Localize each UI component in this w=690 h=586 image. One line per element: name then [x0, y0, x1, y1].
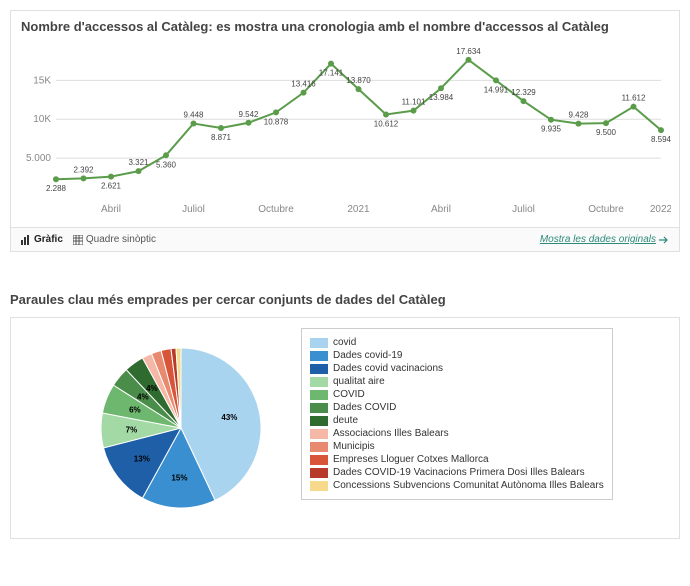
- svg-text:13%: 13%: [134, 454, 150, 463]
- access-chart-footer: Gràfic Quadre sinòptic Mostra les dades …: [11, 227, 679, 251]
- arrow-right-icon: [659, 235, 669, 245]
- svg-text:10K: 10K: [33, 114, 51, 125]
- legend-swatch: [310, 364, 328, 374]
- chart-view-tabs: Gràfic Quadre sinòptic: [21, 234, 156, 245]
- svg-text:3.321: 3.321: [128, 158, 149, 167]
- svg-text:11.612: 11.612: [622, 94, 646, 103]
- svg-text:2021: 2021: [347, 204, 370, 215]
- svg-text:13.416: 13.416: [291, 80, 316, 89]
- legend-item: qualitat aire: [310, 376, 604, 387]
- legend-swatch: [310, 455, 328, 465]
- svg-text:4%: 4%: [146, 384, 158, 393]
- svg-text:9.542: 9.542: [238, 110, 259, 119]
- legend-label: Concessions Subvencions Comunitat Autòno…: [333, 480, 604, 491]
- show-original-data-label: Mostra les dades originals: [540, 234, 656, 245]
- tab-table-label: Quadre sinòptic: [86, 234, 156, 245]
- bar-chart-icon: [21, 235, 31, 245]
- legend-item: COVID: [310, 389, 604, 400]
- keywords-legend: covid Dades covid-19 Dades covid vacinacio…: [301, 328, 613, 500]
- svg-text:Octubre: Octubre: [258, 204, 294, 215]
- svg-text:9.448: 9.448: [183, 111, 204, 120]
- legend-item: deute: [310, 415, 604, 426]
- legend-label: Dades covid vacinacions: [333, 363, 443, 374]
- access-chart-body: 5.000 10K 15K Abril Juliol Octubre 2021 Abril Ju…: [11, 42, 679, 227]
- legend-swatch: [310, 416, 328, 426]
- access-chart-panel: Nombre d'accessos al Catàleg: es mostra …: [10, 10, 680, 252]
- legend-label: Municipis: [333, 441, 375, 452]
- svg-text:5.000: 5.000: [26, 153, 51, 164]
- svg-text:13.870: 13.870: [346, 76, 371, 85]
- legend-swatch: [310, 377, 328, 387]
- svg-text:43%: 43%: [221, 413, 237, 422]
- svg-text:2.621: 2.621: [101, 182, 122, 191]
- svg-text:Abril: Abril: [101, 204, 121, 215]
- svg-text:15%: 15%: [171, 474, 187, 483]
- svg-text:11.101: 11.101: [402, 98, 426, 107]
- svg-text:2022: 2022: [650, 204, 671, 215]
- tab-chart-label: Gràfic: [34, 234, 63, 245]
- svg-text:17.141: 17.141: [319, 69, 344, 78]
- svg-text:Juliol: Juliol: [512, 204, 535, 215]
- svg-text:8.594: 8.594: [651, 135, 671, 144]
- svg-text:10.878: 10.878: [264, 117, 289, 126]
- svg-text:5.360: 5.360: [156, 160, 177, 169]
- keywords-section: Paraules clau més emprades per cercar co…: [10, 292, 680, 539]
- svg-text:2.392: 2.392: [73, 165, 94, 174]
- svg-text:9.500: 9.500: [596, 128, 617, 137]
- legend-label: Dades COVID: [333, 402, 396, 413]
- legend-swatch: [310, 468, 328, 478]
- svg-text:Abril: Abril: [431, 204, 451, 215]
- legend-swatch: [310, 481, 328, 491]
- svg-text:17.634: 17.634: [456, 47, 481, 56]
- legend-label: deute: [333, 415, 358, 426]
- svg-text:14.991: 14.991: [484, 85, 509, 94]
- legend-item: Empreses Lloguer Cotxes Mallorca: [310, 454, 604, 465]
- legend-item: Concessions Subvencions Comunitat Autòno…: [310, 480, 604, 491]
- legend-item: Municipis: [310, 441, 604, 452]
- legend-label: qualitat aire: [333, 376, 385, 387]
- legend-label: Associacions Illes Balears: [333, 428, 449, 439]
- svg-text:12.329: 12.329: [511, 88, 536, 97]
- legend-swatch: [310, 351, 328, 361]
- keywords-pie-chart: 43% 15% 13% 7% 6% 4%4%: [81, 328, 281, 528]
- svg-text:10.612: 10.612: [374, 119, 399, 128]
- legend-swatch: [310, 390, 328, 400]
- legend-label: Empreses Lloguer Cotxes Mallorca: [333, 454, 489, 465]
- keywords-pie-panel: 43% 15% 13% 7% 6% 4%4% covid Dades covid-19 Dad…: [10, 317, 680, 539]
- legend-item: Associacions Illes Balears: [310, 428, 604, 439]
- svg-text:15K: 15K: [33, 75, 51, 86]
- legend-label: Dades COVID-19 Vacinacions Primera Dosi …: [333, 467, 585, 478]
- legend-swatch: [310, 403, 328, 413]
- svg-text:4%: 4%: [137, 392, 149, 401]
- legend-item: covid: [310, 337, 604, 348]
- show-original-data-link[interactable]: Mostra les dades originals: [540, 234, 669, 245]
- svg-text:2.288: 2.288: [46, 184, 67, 193]
- svg-text:9.935: 9.935: [541, 125, 562, 134]
- tab-table[interactable]: Quadre sinòptic: [73, 234, 156, 245]
- legend-label: COVID: [333, 389, 365, 400]
- legend-swatch: [310, 442, 328, 452]
- keywords-title: Paraules clau més emprades per cercar co…: [10, 292, 680, 307]
- legend-label: Dades covid-19: [333, 350, 402, 361]
- pie-chart-wrap: 43% 15% 13% 7% 6% 4%4%: [81, 328, 281, 528]
- tab-chart[interactable]: Gràfic: [21, 234, 63, 245]
- access-line-chart: 5.000 10K 15K Abril Juliol Octubre 2021 Abril Ju…: [21, 47, 671, 217]
- legend-swatch: [310, 338, 328, 348]
- legend-item: Dades covid-19: [310, 350, 604, 361]
- legend-swatch: [310, 429, 328, 439]
- legend-item: Dades COVID: [310, 402, 604, 413]
- svg-text:7%: 7%: [126, 426, 138, 435]
- legend-label: covid: [333, 337, 356, 348]
- legend-item: Dades covid vacinacions: [310, 363, 604, 374]
- svg-text:13.984: 13.984: [429, 93, 454, 102]
- svg-text:Octubre: Octubre: [588, 204, 624, 215]
- svg-text:9.428: 9.428: [568, 111, 589, 120]
- table-icon: [73, 235, 83, 245]
- svg-text:Juliol: Juliol: [182, 204, 205, 215]
- svg-text:6%: 6%: [129, 406, 141, 415]
- legend-item: Dades COVID-19 Vacinacions Primera Dosi …: [310, 467, 604, 478]
- svg-text:8.871: 8.871: [211, 133, 232, 142]
- access-chart-title: Nombre d'accessos al Catàleg: es mostra …: [11, 11, 679, 42]
